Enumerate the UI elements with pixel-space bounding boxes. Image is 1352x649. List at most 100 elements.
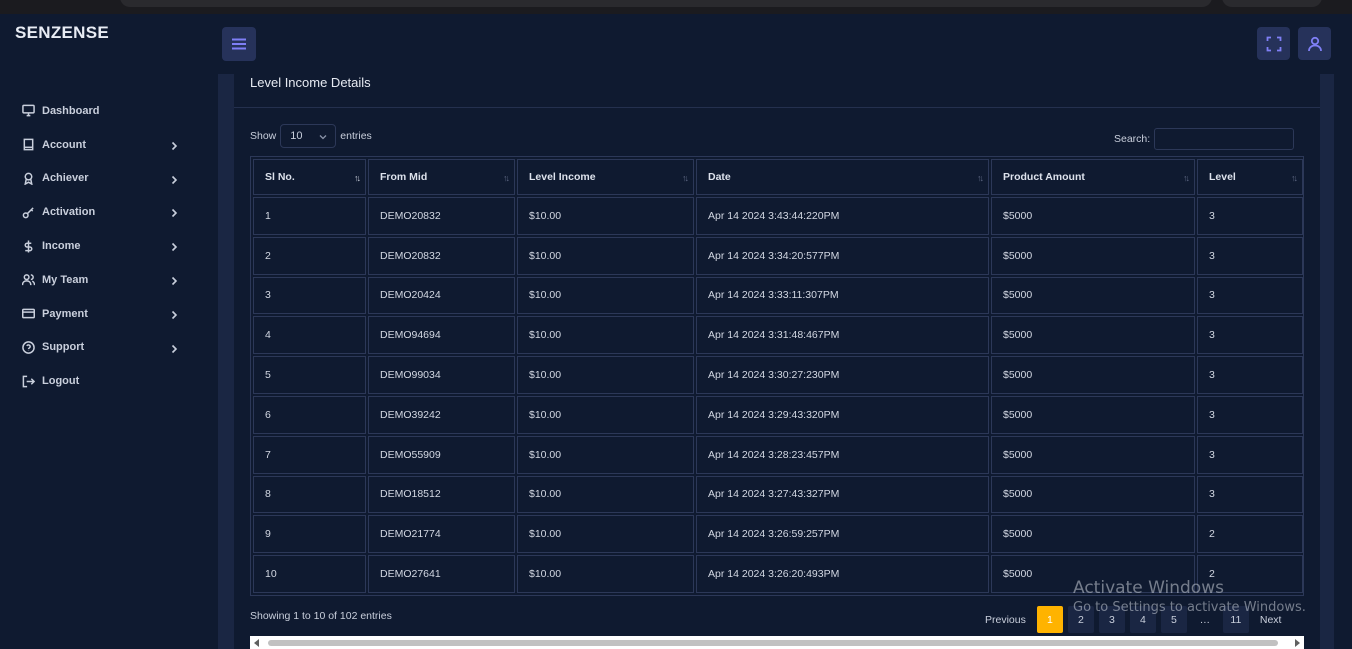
- award-icon: [21, 171, 35, 185]
- table-body: 1 DEMO20832 $10.00 Apr 14 2024 3:43:44:220P…: [253, 197, 1303, 593]
- dollar-icon: [21, 239, 35, 253]
- monitor-icon: [21, 104, 35, 118]
- fullscreen-button[interactable]: [1257, 27, 1290, 60]
- column-header-from-mid[interactable]: From Mid ↑↓: [368, 159, 515, 195]
- search-input[interactable]: [1154, 128, 1295, 150]
- table-cell: 3: [1197, 356, 1303, 394]
- column-header-label: Level Income: [529, 171, 596, 183]
- column-header-sl-no[interactable]: Sl No. ↑↓: [253, 159, 366, 195]
- table-cell: $5000: [991, 197, 1195, 235]
- table-cell: DEMO21774: [368, 515, 515, 554]
- search-label: Search:: [1114, 133, 1151, 145]
- table-cell: $5000: [991, 356, 1195, 394]
- sidebar-item-label: Payment: [42, 307, 88, 320]
- table-cell: 9: [253, 515, 366, 554]
- table-cell: 3: [1197, 475, 1303, 514]
- entries-label: entries: [340, 130, 372, 142]
- table-cell: 3: [1197, 197, 1303, 235]
- sort-icon: ↑↓: [503, 173, 510, 183]
- sidebar-item-income[interactable]: Income: [0, 229, 218, 263]
- sidebar-item-label: Account: [42, 138, 86, 151]
- table-info: Showing 1 to 10 of 102 entries: [250, 610, 392, 622]
- book-icon: [21, 138, 35, 152]
- table-cell: DEMO20424: [368, 276, 515, 315]
- table-cell: $5000: [991, 435, 1195, 474]
- sidebar-item-label: Achiever: [42, 172, 89, 185]
- table-cell: Apr 14 2024 3:26:59:257PM: [696, 515, 989, 554]
- menu-toggle-button[interactable]: [222, 27, 256, 61]
- sidebar-item-payment[interactable]: Payment: [0, 297, 218, 331]
- table-cell: $10.00: [517, 236, 694, 275]
- table-cell: DEMO27641: [368, 555, 515, 593]
- scroll-left-arrow-icon[interactable]: [254, 639, 259, 647]
- table-cell: Apr 14 2024 3:31:48:467PM: [696, 316, 989, 355]
- user-icon: [1307, 36, 1322, 51]
- chevron-right-icon: [171, 205, 179, 218]
- sidebar-item-dashboard[interactable]: Dashboard: [0, 94, 218, 128]
- table-row: 4 DEMO94694 $10.00 Apr 14 2024 3:31:48:467P…: [253, 316, 1303, 355]
- table-cell: $5000: [991, 276, 1195, 315]
- scrollbar-thumb[interactable]: [268, 640, 1278, 646]
- table-cell: 7: [253, 435, 366, 474]
- watermark-subtitle: Go to Settings to activate Windows.: [1073, 600, 1306, 615]
- horizontal-scrollbar[interactable]: [250, 636, 1304, 649]
- credit-card-icon: [21, 307, 35, 321]
- table-cell: DEMO18512: [368, 475, 515, 514]
- table-row: 2 DEMO20832 $10.00 Apr 14 2024 3:34:20:577P…: [253, 236, 1303, 275]
- column-header-label: Sl No.: [265, 171, 295, 183]
- sidebar-item-support[interactable]: Support: [0, 331, 218, 365]
- table-row: 5 DEMO99034 $10.00 Apr 14 2024 3:30:27:230P…: [253, 356, 1303, 394]
- profile-button[interactable]: [1298, 27, 1331, 60]
- browser-address-bar[interactable]: [120, 0, 1212, 7]
- brand-logo[interactable]: SENZENSE: [15, 23, 109, 43]
- pagination-page-1[interactable]: 1: [1036, 606, 1063, 633]
- table-cell: 3: [1197, 236, 1303, 275]
- sidebar-item-account[interactable]: Account: [0, 128, 218, 162]
- column-header-product-amount[interactable]: Product Amount ↑↓: [991, 159, 1195, 195]
- pagination-previous[interactable]: Previous: [979, 606, 1032, 633]
- chevron-right-icon: [171, 239, 179, 252]
- table-cell: Apr 14 2024 3:34:20:577PM: [696, 236, 989, 275]
- fullscreen-icon: [1266, 36, 1281, 51]
- scroll-right-arrow-icon[interactable]: [1295, 639, 1300, 647]
- sidebar: SENZENSE Dashboard Account Achiever Acti…: [0, 14, 218, 649]
- page-length-select[interactable]: 10: [280, 124, 337, 148]
- table-cell: Apr 14 2024 3:33:11:307PM: [696, 276, 989, 315]
- column-header-label: From Mid: [380, 171, 428, 183]
- table-cell: 2: [1197, 515, 1303, 554]
- table-row: 1 DEMO20832 $10.00 Apr 14 2024 3:43:44:220P…: [253, 197, 1303, 235]
- sidebar-item-label: My Team: [42, 273, 89, 286]
- sidebar-item-logout[interactable]: Logout: [0, 364, 218, 398]
- users-icon: [21, 273, 35, 287]
- chevron-down-icon: [319, 135, 327, 140]
- income-table: Sl No. ↑↓ From Mid ↑↓ Level Income ↑↓ Date ↑…: [251, 157, 1305, 595]
- sidebar-item-my-team[interactable]: My Team: [0, 263, 218, 297]
- column-header-level[interactable]: Level ↑↓: [1197, 159, 1303, 195]
- column-header-label: Date: [708, 171, 731, 183]
- column-header-level-income[interactable]: Level Income ↑↓: [517, 159, 694, 195]
- sidebar-item-activation[interactable]: Activation: [0, 195, 218, 229]
- table-cell: $10.00: [517, 475, 694, 514]
- watermark-title: Activate Windows: [1073, 578, 1224, 598]
- sidebar-item-achiever[interactable]: Achiever: [0, 162, 218, 196]
- table-cell: $10.00: [517, 356, 694, 394]
- table-cell: 3: [1197, 316, 1303, 355]
- sidebar-item-label: Dashboard: [42, 104, 100, 117]
- column-header-date[interactable]: Date ↑↓: [696, 159, 989, 195]
- table-cell: $5000: [991, 395, 1195, 434]
- column-header-label: Product Amount: [1003, 171, 1085, 183]
- table-cell: $10.00: [517, 276, 694, 315]
- page-title: Level Income Details: [250, 75, 371, 90]
- table-cell: $5000: [991, 316, 1195, 355]
- table-cell: DEMO99034: [368, 356, 515, 394]
- table-cell: Apr 14 2024 3:28:23:457PM: [696, 435, 989, 474]
- sidebar-item-label: Logout: [42, 375, 80, 388]
- browser-tab-control[interactable]: [1222, 0, 1322, 7]
- table-cell: 10: [253, 555, 366, 593]
- table-cell: 3: [1197, 276, 1303, 315]
- browser-chrome-strip: [0, 0, 1352, 14]
- table-search: Search:: [1114, 128, 1295, 150]
- chevron-right-icon: [171, 341, 179, 353]
- chevron-right-icon: [171, 138, 179, 150]
- windows-activation-watermark: Activate Windows Go to Settings to activ…: [1073, 578, 1306, 615]
